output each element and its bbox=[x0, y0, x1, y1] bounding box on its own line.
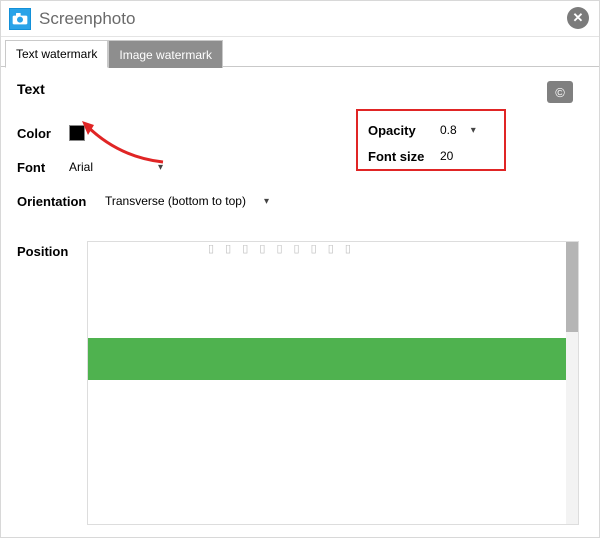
text-watermark-panel: Text © Color Font Arial ▾ Orientati bbox=[1, 67, 599, 533]
tabs: Text watermark Image watermark bbox=[1, 39, 599, 67]
color-swatch[interactable] bbox=[69, 125, 85, 141]
app-window: Screenphoto ✕ Text watermark Image water… bbox=[0, 0, 600, 538]
orientation-select[interactable]: Transverse (bottom to top) ▾ bbox=[105, 194, 275, 208]
tab-image-watermark[interactable]: Image watermark bbox=[108, 40, 223, 68]
orientation-label: Orientation bbox=[17, 194, 105, 209]
copyright-icon: © bbox=[555, 85, 565, 100]
scrollbar-thumb[interactable] bbox=[566, 242, 578, 332]
orientation-value: Transverse (bottom to top) bbox=[105, 194, 246, 208]
position-preview[interactable]: ▯ ▯ ▯ ▯ ▯ ▯ ▯ ▯ ▯ bbox=[87, 241, 579, 525]
insert-copyright-button[interactable]: © bbox=[547, 81, 573, 103]
position-row: Position bbox=[17, 243, 68, 261]
font-label: Font bbox=[17, 160, 69, 175]
highlight-box: Opacity 0.8 ▾ Font size 20 bbox=[356, 109, 506, 171]
tab-label: Text watermark bbox=[16, 47, 97, 61]
app-title: Screenphoto bbox=[39, 9, 135, 29]
chevron-down-icon: ▾ bbox=[264, 196, 269, 207]
opacity-value: 0.8 bbox=[440, 123, 457, 137]
opacity-row: Opacity 0.8 ▾ bbox=[368, 119, 494, 141]
orientation-row: Orientation Transverse (bottom to top) ▾ bbox=[17, 187, 583, 215]
preview-toolbar-hint: ▯ ▯ ▯ ▯ ▯ ▯ ▯ ▯ ▯ bbox=[208, 242, 538, 260]
titlebar: Screenphoto ✕ bbox=[1, 1, 599, 37]
position-label: Position bbox=[17, 244, 68, 259]
font-value: Arial bbox=[69, 160, 93, 174]
fontsize-row: Font size 20 bbox=[368, 145, 494, 167]
opacity-label: Opacity bbox=[368, 123, 440, 138]
tab-label: Image watermark bbox=[119, 48, 212, 62]
opacity-select[interactable]: 0.8 ▾ bbox=[440, 123, 482, 137]
close-button[interactable]: ✕ bbox=[567, 7, 589, 29]
fontsize-input[interactable]: 20 bbox=[440, 149, 453, 163]
chevron-down-icon: ▾ bbox=[158, 162, 163, 173]
preview-green-bar bbox=[88, 338, 566, 380]
close-icon: ✕ bbox=[573, 10, 584, 26]
color-label: Color bbox=[17, 126, 69, 141]
tab-text-watermark[interactable]: Text watermark bbox=[5, 40, 108, 68]
fontsize-label: Font size bbox=[368, 149, 440, 164]
font-select[interactable]: Arial ▾ bbox=[69, 160, 169, 174]
chevron-down-icon: ▾ bbox=[471, 125, 476, 136]
preview-scrollbar[interactable] bbox=[566, 242, 578, 524]
camera-icon bbox=[9, 8, 31, 30]
section-heading: Text bbox=[17, 81, 583, 97]
